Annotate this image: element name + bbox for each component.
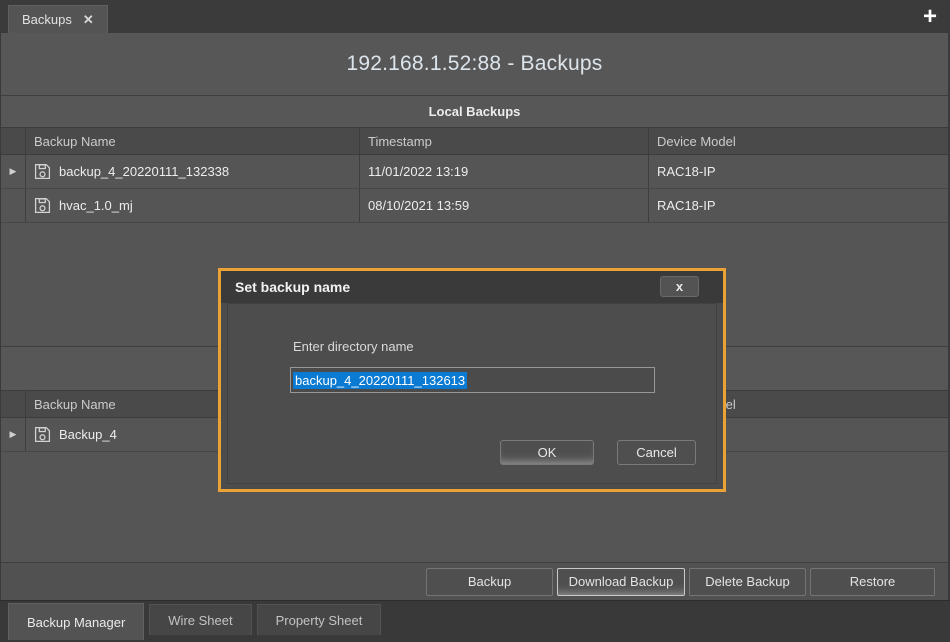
tab-backups[interactable]: Backups ✕ <box>8 5 108 33</box>
dialog-titlebar[interactable]: Set backup name <box>221 271 723 303</box>
add-tab-icon[interactable]: + <box>923 2 937 32</box>
table-header-row: Backup Name Timestamp Device Model <box>1 127 948 155</box>
download-backup-button[interactable]: Download Backup <box>557 568 685 596</box>
table-row[interactable]: ▶ backup_4_20220111_132338 11/01/2022 13… <box>1 155 948 189</box>
directory-name-label: Enter directory name <box>293 339 414 354</box>
tab-backups-label: Backups <box>22 12 72 27</box>
delete-backup-button[interactable]: Delete Backup <box>689 568 806 596</box>
device-model-cell: RAC18-IP <box>649 189 948 222</box>
tab-property-sheet[interactable]: Property Sheet <box>257 604 382 635</box>
backup-name-cell: hvac_1.0_mj <box>59 198 133 213</box>
gutter-header-cell <box>1 391 26 417</box>
column-header-device-model[interactable]: Device Model <box>649 128 948 154</box>
tab-wire-sheet[interactable]: Wire Sheet <box>149 604 251 635</box>
column-header-timestamp[interactable]: Timestamp <box>360 128 649 154</box>
row-gutter-cell: ▶ <box>1 418 26 451</box>
gutter-header-cell <box>1 128 26 154</box>
local-backups-section-title: Local Backups <box>1 96 948 127</box>
restore-button[interactable]: Restore <box>810 568 935 596</box>
table-row[interactable]: hvac_1.0_mj 08/10/2021 13:59 RAC18-IP <box>1 189 948 223</box>
action-button-bar: Backup Download Backup Delete Backup Res… <box>1 562 948 600</box>
dialog-close-icon[interactable]: x <box>660 276 699 297</box>
column-header-backup-name[interactable]: Backup Name <box>26 128 360 154</box>
device-model-cell: RAC18-IP <box>649 155 948 188</box>
close-tab-icon[interactable]: ✕ <box>83 13 94 26</box>
dialog-title: Set backup name <box>235 279 350 295</box>
view-tabbar: Backup Manager Wire Sheet Property Sheet <box>0 600 950 642</box>
timestamp-cell: 11/01/2022 13:19 <box>360 155 649 188</box>
row-gutter-cell: ▶ <box>1 155 26 188</box>
timestamp-cell: 08/10/2021 13:59 <box>360 189 649 222</box>
selected-input-text: backup_4_20220111_132613 <box>293 372 467 389</box>
row-selector-arrow: ▶ <box>10 430 17 439</box>
backup-name-cell: backup_4_20220111_132338 <box>59 164 229 179</box>
row-gutter-cell <box>1 189 26 222</box>
document-tabbar: Backups ✕ + <box>0 0 950 34</box>
directory-name-input[interactable]: backup_4_20220111_132613 <box>290 367 655 393</box>
floppy-disk-icon <box>34 426 51 443</box>
ok-button[interactable]: OK <box>500 440 594 465</box>
backup-name-cell: Backup_4 <box>59 427 117 442</box>
page-title: 192.168.1.52:88 - Backups <box>1 33 948 96</box>
set-backup-name-dialog: Set backup name x Enter directory name b… <box>218 268 726 492</box>
tab-backup-manager[interactable]: Backup Manager <box>8 603 144 640</box>
floppy-disk-icon <box>34 197 51 214</box>
row-selector-arrow: ▶ <box>10 167 17 176</box>
backup-button[interactable]: Backup <box>426 568 553 596</box>
floppy-disk-icon <box>34 163 51 180</box>
cancel-button[interactable]: Cancel <box>617 440 696 465</box>
